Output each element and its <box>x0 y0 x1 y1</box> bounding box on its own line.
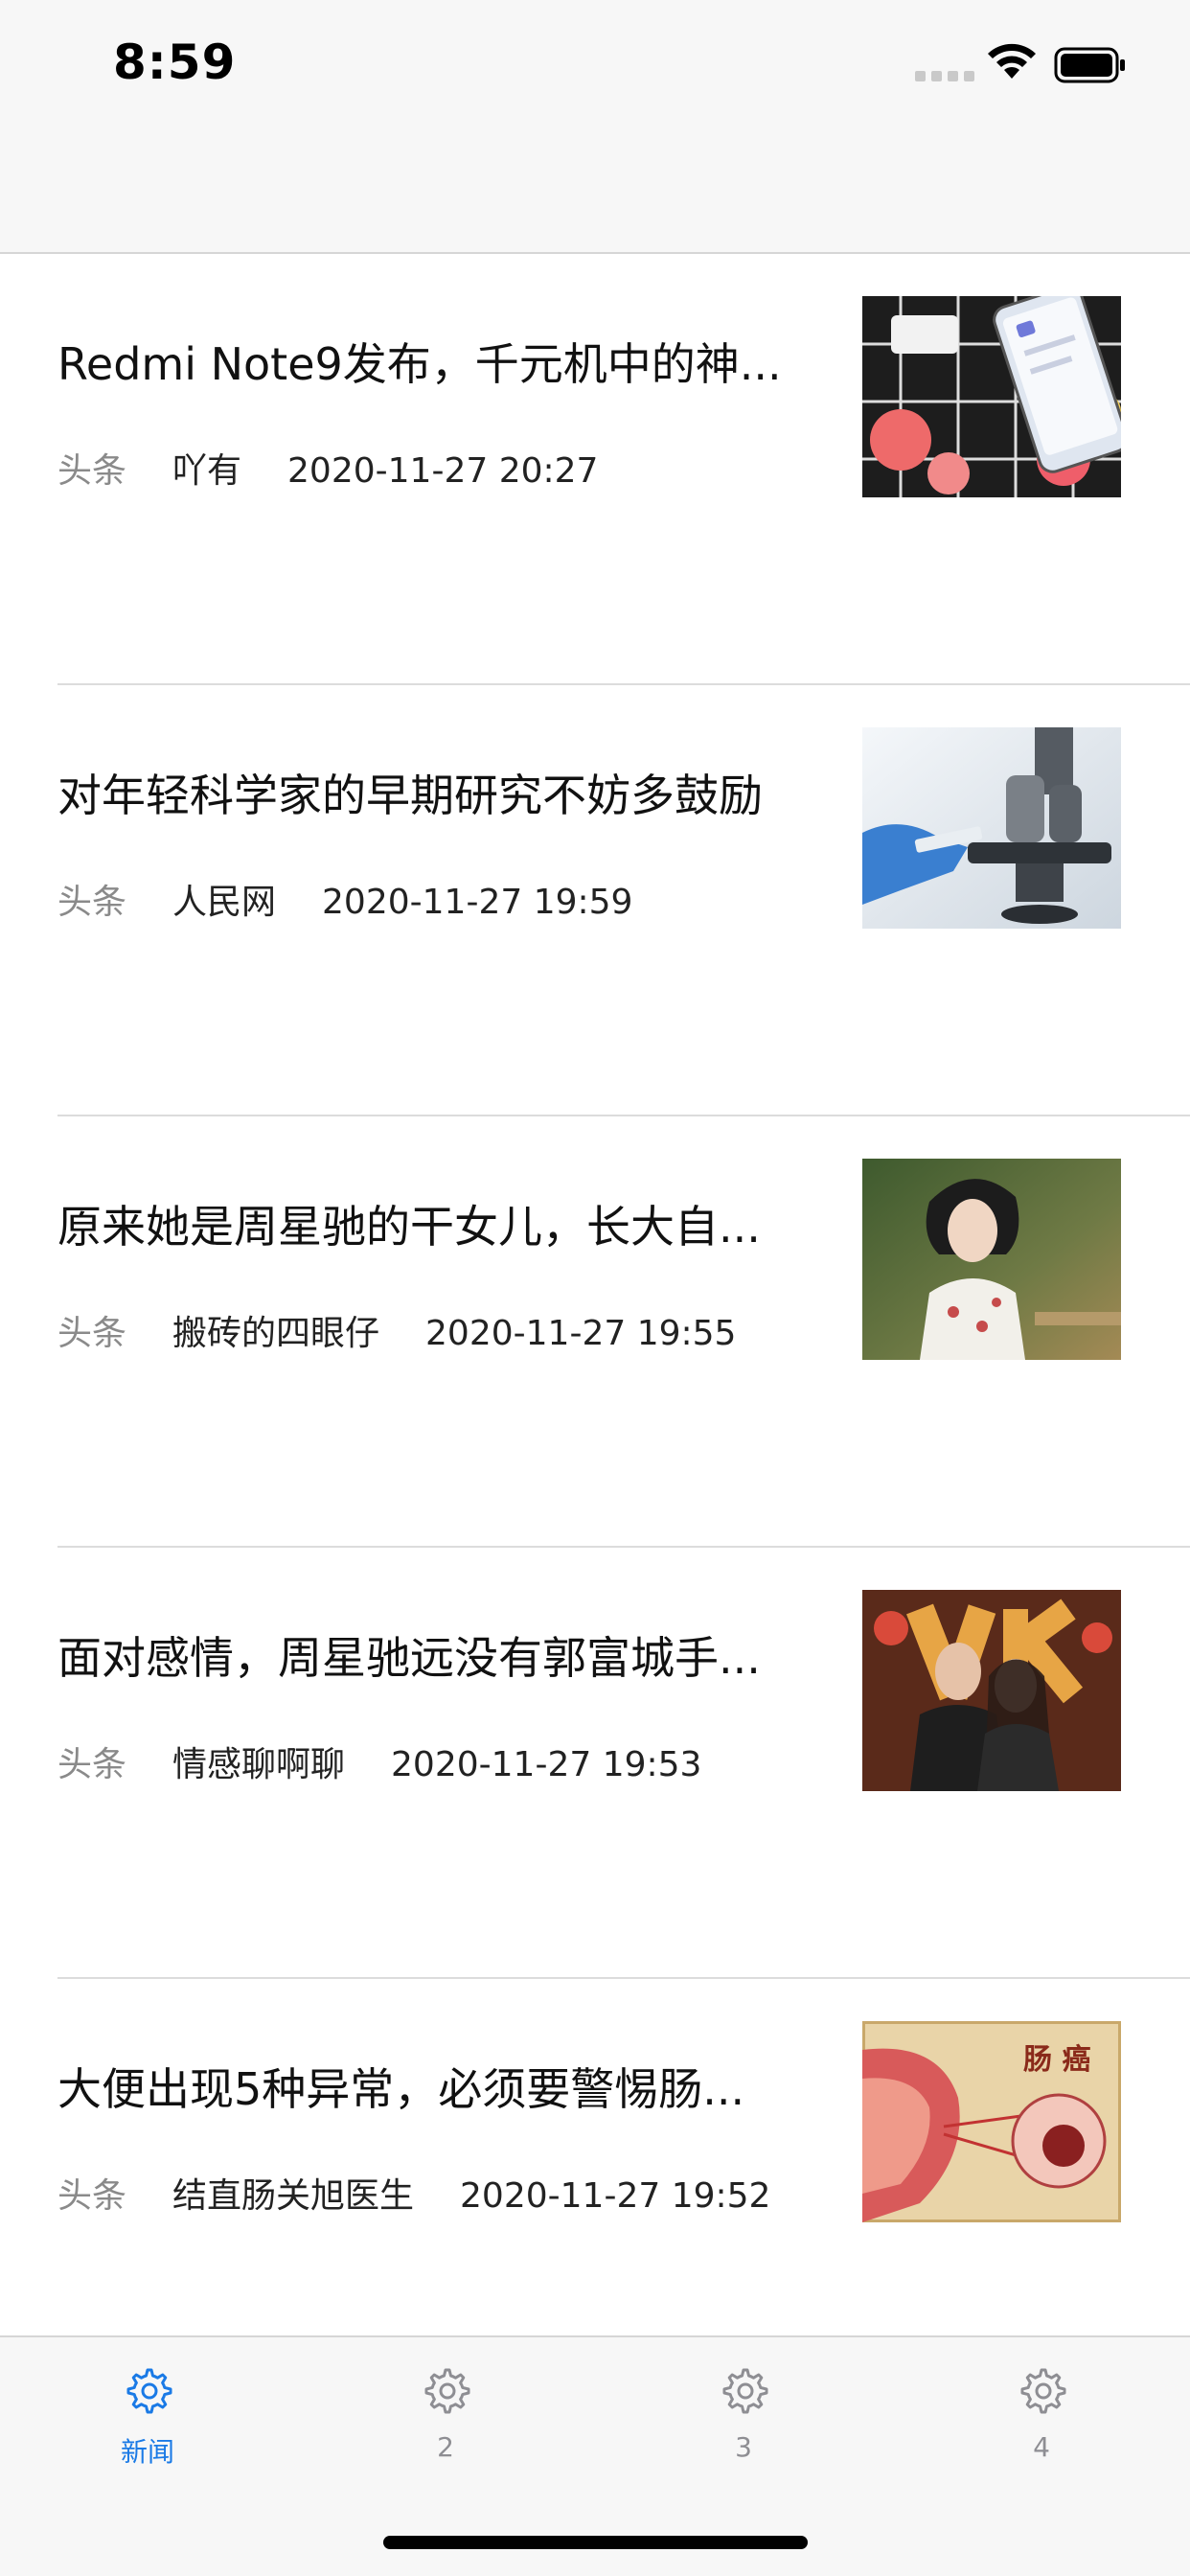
home-indicator <box>383 2536 808 2549</box>
news-thumbnail <box>862 296 1121 497</box>
news-meta: 头条 情感聊啊聊 2020-11-27 19:53 <box>57 1744 701 1786</box>
tab-4[interactable]: 4 <box>946 2364 1137 2463</box>
tab-news[interactable]: 新闻 <box>52 2364 243 2470</box>
battery-icon <box>1054 47 1125 83</box>
news-category: 头条 <box>57 1745 127 1784</box>
news-title: 面对感情，周星驰远没有郭富城手... <box>57 1632 761 1684</box>
tab-2[interactable]: 2 <box>350 2364 541 2463</box>
news-thumbnail <box>862 727 1121 929</box>
news-title: Redmi Note9发布，千元机中的神... <box>57 338 782 390</box>
news-time: 2020-11-27 19:53 <box>391 1745 702 1784</box>
medical-illustration-image: 肠 癌 <box>862 2021 1121 2222</box>
news-source: 吖有 <box>172 451 242 491</box>
phone-photo-image <box>862 296 1121 497</box>
news-meta: 头条 吖有 2020-11-27 20:27 <box>57 450 598 493</box>
news-category: 头条 <box>57 2176 127 2216</box>
status-time: 8:59 <box>113 34 237 90</box>
gear-icon <box>126 2368 172 2414</box>
news-category: 头条 <box>57 883 127 922</box>
tab-label: 2 <box>437 2431 454 2463</box>
news-time: 2020-11-27 19:52 <box>460 2176 771 2216</box>
news-time: 2020-11-27 19:55 <box>425 1314 737 1353</box>
news-time: 2020-11-27 20:27 <box>287 451 599 491</box>
news-source: 结直肠关旭医生 <box>172 2176 415 2216</box>
news-item[interactable]: Redmi Note9发布，千元机中的神... 头条 吖有 2020-11-27… <box>0 254 1190 685</box>
news-source: 情感聊啊聊 <box>172 1745 346 1784</box>
news-category: 头条 <box>57 451 127 491</box>
news-meta: 头条 人民网 2020-11-27 19:59 <box>57 882 632 924</box>
tab-label: 3 <box>735 2431 752 2463</box>
microscope-photo-image <box>862 727 1121 929</box>
gear-icon <box>424 2368 470 2414</box>
news-meta: 头条 结直肠关旭医生 2020-11-27 19:52 <box>57 2175 770 2218</box>
news-item[interactable]: 原来她是周星驰的干女儿，长大自... 头条 搬砖的四眼仔 2020-11-27 … <box>0 1116 1190 1548</box>
tab-label: 新闻 <box>120 2436 174 2468</box>
portrait-photo-image <box>862 1159 1121 1360</box>
news-app-screen: 8:59 Redmi Note9发布，千元机中的神... 头条 吖有 2020-… <box>0 0 1190 2576</box>
news-list: Redmi Note9发布，千元机中的神... 头条 吖有 2020-11-27… <box>0 254 1190 2410</box>
news-thumbnail <box>862 1590 1121 1791</box>
couple-photo-image <box>862 1590 1121 1791</box>
news-category: 头条 <box>57 1314 127 1353</box>
tab-label: 4 <box>1033 2431 1050 2463</box>
news-source: 搬砖的四眼仔 <box>172 1314 380 1353</box>
news-title: 对年轻科学家的早期研究不妨多鼓励 <box>57 770 763 821</box>
gear-icon <box>722 2368 768 2414</box>
news-title: 大便出现5种异常，必须要警惕肠... <box>57 2063 745 2115</box>
news-item[interactable]: 对年轻科学家的早期研究不妨多鼓励 头条 人民网 2020-11-27 19:59 <box>0 685 1190 1116</box>
news-thumbnail <box>862 1159 1121 1360</box>
navigation-bar: 8:59 <box>0 0 1190 254</box>
news-source: 人民网 <box>172 883 277 922</box>
news-thumbnail: 肠 癌 <box>862 2021 1121 2222</box>
cellular-signal-icon <box>915 71 974 81</box>
gear-icon <box>1020 2368 1066 2414</box>
wifi-icon <box>988 43 1036 79</box>
news-time: 2020-11-27 19:59 <box>322 883 633 922</box>
thumb-caption: 肠 癌 <box>1023 2043 1090 2077</box>
news-item[interactable]: 面对感情，周星驰远没有郭富城手... 头条 情感聊啊聊 2020-11-27 1… <box>0 1548 1190 1979</box>
news-meta: 头条 搬砖的四眼仔 2020-11-27 19:55 <box>57 1313 736 1355</box>
tab-3[interactable]: 3 <box>648 2364 839 2463</box>
news-title: 原来她是周星驰的干女儿，长大自... <box>57 1201 761 1253</box>
